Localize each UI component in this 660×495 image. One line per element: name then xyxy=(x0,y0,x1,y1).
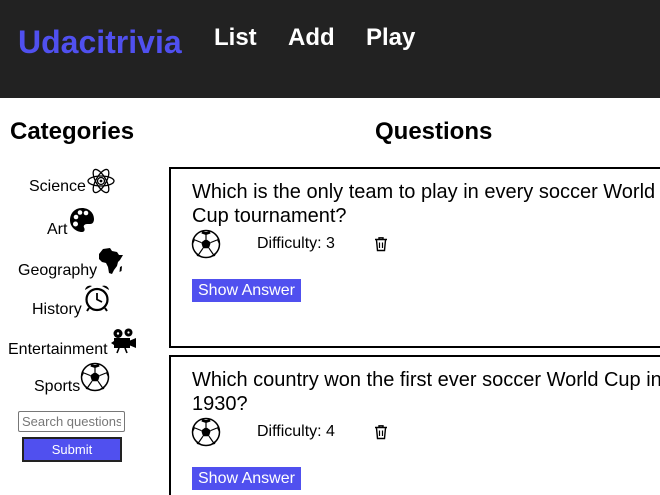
questions-heading: Questions xyxy=(375,118,493,145)
trash-icon[interactable] xyxy=(373,424,389,440)
category-label: Geography xyxy=(18,262,98,279)
show-answer-button[interactable]: Show Answer xyxy=(192,279,301,302)
category-science[interactable]: Science xyxy=(29,166,116,196)
difficulty-label: Difficulty: 4 xyxy=(257,423,335,440)
category-geography[interactable]: Geography xyxy=(18,246,125,280)
sports-icon xyxy=(80,362,110,392)
category-label: Entertainment xyxy=(8,341,108,358)
question-card: Which is the only team to play in every … xyxy=(169,167,660,348)
nav-play[interactable]: Play xyxy=(366,24,415,52)
question-meta: Difficulty: 4 xyxy=(191,417,389,447)
question-card: Which country won the first ever soccer … xyxy=(169,355,660,495)
science-icon xyxy=(87,168,115,194)
question-meta: Difficulty: 3 xyxy=(191,229,389,259)
geography-icon xyxy=(99,248,124,274)
search-input[interactable] xyxy=(18,411,125,432)
category-label: Sports xyxy=(34,378,81,395)
category-entertainment[interactable]: Entertainment xyxy=(8,326,138,359)
search-submit-button[interactable]: Submit xyxy=(22,437,122,462)
brand-logo-text[interactable]: Udacitrivia xyxy=(18,24,182,61)
category-label: Science xyxy=(29,178,86,195)
category-art[interactable]: Art xyxy=(47,205,97,239)
trash-icon[interactable] xyxy=(373,236,389,252)
entertainment-icon xyxy=(110,328,136,354)
sports-icon xyxy=(191,417,221,447)
sports-icon xyxy=(191,229,221,259)
nav-list[interactable]: List xyxy=(214,24,257,52)
question-text: Which is the only team to play in every … xyxy=(192,181,656,227)
category-sports[interactable]: Sports xyxy=(34,362,110,396)
history-icon xyxy=(84,285,109,312)
top-nav-bar: Udacitrivia List Add Play xyxy=(0,0,660,98)
category-history[interactable]: History xyxy=(32,283,112,319)
nav-add[interactable]: Add xyxy=(288,24,335,52)
categories-heading: Categories xyxy=(10,118,135,145)
show-answer-button[interactable]: Show Answer xyxy=(192,467,301,490)
category-label: History xyxy=(32,301,82,318)
art-icon xyxy=(70,208,95,232)
difficulty-label: Difficulty: 3 xyxy=(257,235,335,252)
question-text: Which country won the first ever soccer … xyxy=(192,369,660,415)
category-label: Art xyxy=(47,221,68,238)
